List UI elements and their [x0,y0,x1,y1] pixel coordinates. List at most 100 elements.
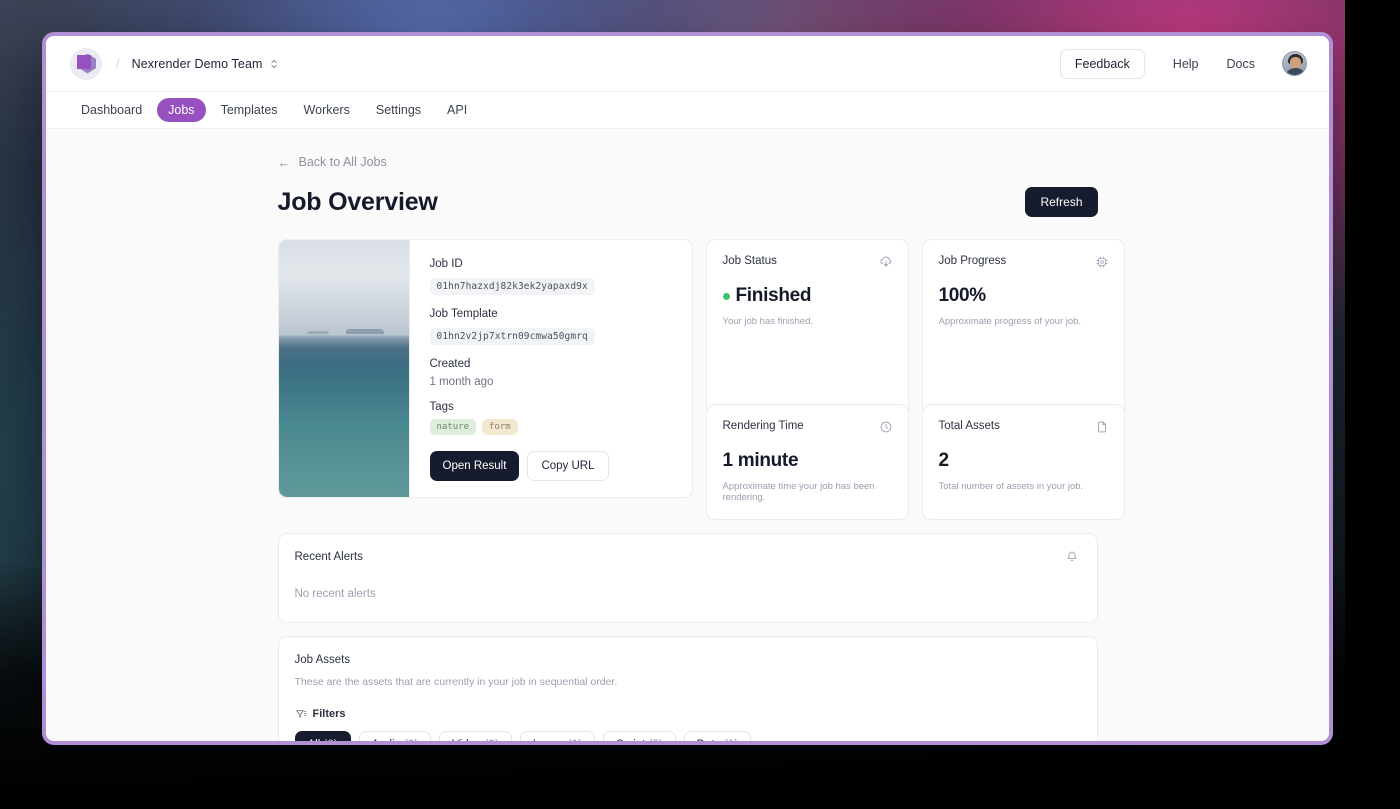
page-title: Job Overview [277,187,438,216]
rendering-time-card-header: Rendering Time [723,420,893,434]
filter-pill-script-count: (0) [649,739,663,741]
total-assets-value-row: 2 [939,450,1109,472]
nav-item-templates[interactable]: Templates [210,98,289,122]
rendering-time-value-row: 1 minute [723,450,893,472]
rendering-time-title: Rendering Time [722,420,804,432]
filter-pill-all-count: (2) [323,739,337,741]
browser-window: / Nexrender Demo Team Feedback Help Docs [42,32,1333,745]
document-icon [1095,420,1109,434]
arrow-left-icon: ← [277,154,291,170]
job-status-card-header: Job Status [723,255,893,269]
open-result-button[interactable]: Open Result [429,451,520,481]
chevron-up-down-icon[interactable] [270,58,278,70]
filter-pill-script[interactable]: Script (0) [602,731,676,741]
filter-pill-video-label: Video [452,739,481,741]
recent-alerts-title: Recent Alerts [294,551,363,563]
refresh-button[interactable]: Refresh [1025,187,1098,217]
filter-pill-video-count: (0) [485,739,499,741]
job-id-label: Job ID [429,258,463,270]
filter-pill-data-label: Data [697,739,721,741]
back-link-label: Back to All Jobs [298,155,387,169]
tag-form[interactable]: form [482,419,518,435]
avatar[interactable] [1282,51,1307,76]
breadcrumb-separator: / [116,56,120,71]
job-progress-value: 100% [938,285,987,306]
rendering-time-subtext: Approximate time your job has been rende… [722,481,875,503]
job-status-value-row: Finished [722,285,893,307]
total-assets-value: 2 [938,450,950,471]
job-id-value[interactable]: 01hn7hazxdj82k3ek2yapaxd9x [429,278,595,295]
topbar-actions: Feedback Help Docs [1059,48,1307,79]
wallpaper-right-edge [1345,0,1400,809]
cloud-download-icon [879,255,893,269]
filter-funnel-icon [295,708,307,720]
recent-alerts-header: Recent Alerts [295,550,1079,564]
job-assets-card: Job Assets These are the assets that are… [277,636,1098,741]
filters-label: Filters [312,708,346,720]
page-scroll-area: ← Back to All Jobs Job Overview Refresh [46,129,1329,741]
thumbnail-island-right [346,328,385,334]
job-status-subtext: Your job has finished. [722,316,814,327]
filter-pill-image-label: Image [533,739,565,741]
copy-url-button[interactable]: Copy URL [527,451,609,481]
clock-icon [879,420,893,434]
primary-navigation: Dashboard Jobs Templates Workers Setting… [46,92,1329,129]
job-summary-fields: Job ID 01hn7hazxdj82k3ek2yapaxd9x Job Te… [410,240,692,497]
filter-pill-audio-label: Audio [372,739,401,741]
app-topbar: / Nexrender Demo Team Feedback Help Docs [46,36,1329,92]
page-header: Job Overview Refresh [278,187,1098,217]
total-assets-subtext: Total number of assets in your job. [938,481,1084,492]
filter-pill-script-label: Script [616,739,645,741]
tags-field: Tags nature form [429,401,674,435]
docs-link[interactable]: Docs [1227,57,1255,71]
nav-item-dashboard[interactable]: Dashboard [70,98,153,122]
job-progress-value-row: 100% [939,285,1109,307]
job-template-label: Job Template [429,308,498,320]
thumbnail-horizon-line [278,333,409,337]
filter-pill-image-count: (1) [568,739,582,741]
total-assets-card-header: Total Assets [939,420,1109,434]
filter-pill-video[interactable]: Video (0) [439,731,512,741]
recent-alerts-empty-text: No recent alerts [294,588,376,600]
created-label: Created [429,358,471,370]
filter-pill-audio[interactable]: Audio (0) [358,731,432,741]
job-status-title: Job Status [722,255,777,267]
cpu-chip-icon [1095,255,1109,269]
job-assets-description: These are the assets that are currently … [294,676,618,688]
help-link[interactable]: Help [1173,57,1199,71]
logo-square-shape [77,54,91,69]
desktop-wallpaper: / Nexrender Demo Team Feedback Help Docs [0,0,1400,809]
filter-pill-all[interactable]: All (2) [294,731,351,741]
job-progress-card-header: Job Progress [939,255,1109,269]
nav-item-settings[interactable]: Settings [365,98,432,122]
job-template-field: Job Template 01hn2v2jp7xtrn09cmwa50gmrq [429,308,674,345]
tag-nature[interactable]: nature [429,419,477,435]
job-summary-card: Job ID 01hn7hazxdj82k3ek2yapaxd9x Job Te… [277,239,693,498]
rendering-time-value: 1 minute [722,450,799,471]
filter-pill-audio-count: (0) [404,739,418,741]
job-progress-subtext: Approximate progress of your job. [938,316,1082,327]
recent-alerts-card: Recent Alerts No recent alerts [277,533,1098,623]
job-status-value: Finished [735,285,812,306]
feedback-button[interactable]: Feedback [1059,48,1145,79]
total-assets-card: Total Assets 2 Total number of assets in… [921,404,1125,520]
job-summary-actions: Open Result Copy URL [429,451,674,481]
thumbnail-island-left [307,330,330,334]
job-template-value[interactable]: 01hn2v2jp7xtrn09cmwa50gmrq [429,328,595,345]
created-value: 1 month ago [429,376,494,388]
job-assets-title: Job Assets [294,654,351,666]
back-to-all-jobs-link[interactable]: ← Back to All Jobs [278,155,1098,169]
nav-item-api[interactable]: API [436,98,478,122]
filter-pill-image[interactable]: Image (1) [519,731,595,741]
nav-item-jobs[interactable]: Jobs [157,98,206,122]
filter-pill-data[interactable]: Data (1) [683,731,752,741]
nav-item-workers[interactable]: Workers [293,98,361,122]
filter-pill-data-count: (1) [724,739,738,741]
created-field: Created 1 month ago [430,358,674,388]
team-name-label[interactable]: Nexrender Demo Team [132,57,263,71]
tag-list: nature form [429,419,674,435]
bell-icon [1065,550,1079,564]
nexrender-logo-icon[interactable] [70,47,102,80]
status-dot-icon [722,292,730,300]
job-result-thumbnail[interactable] [278,240,410,497]
